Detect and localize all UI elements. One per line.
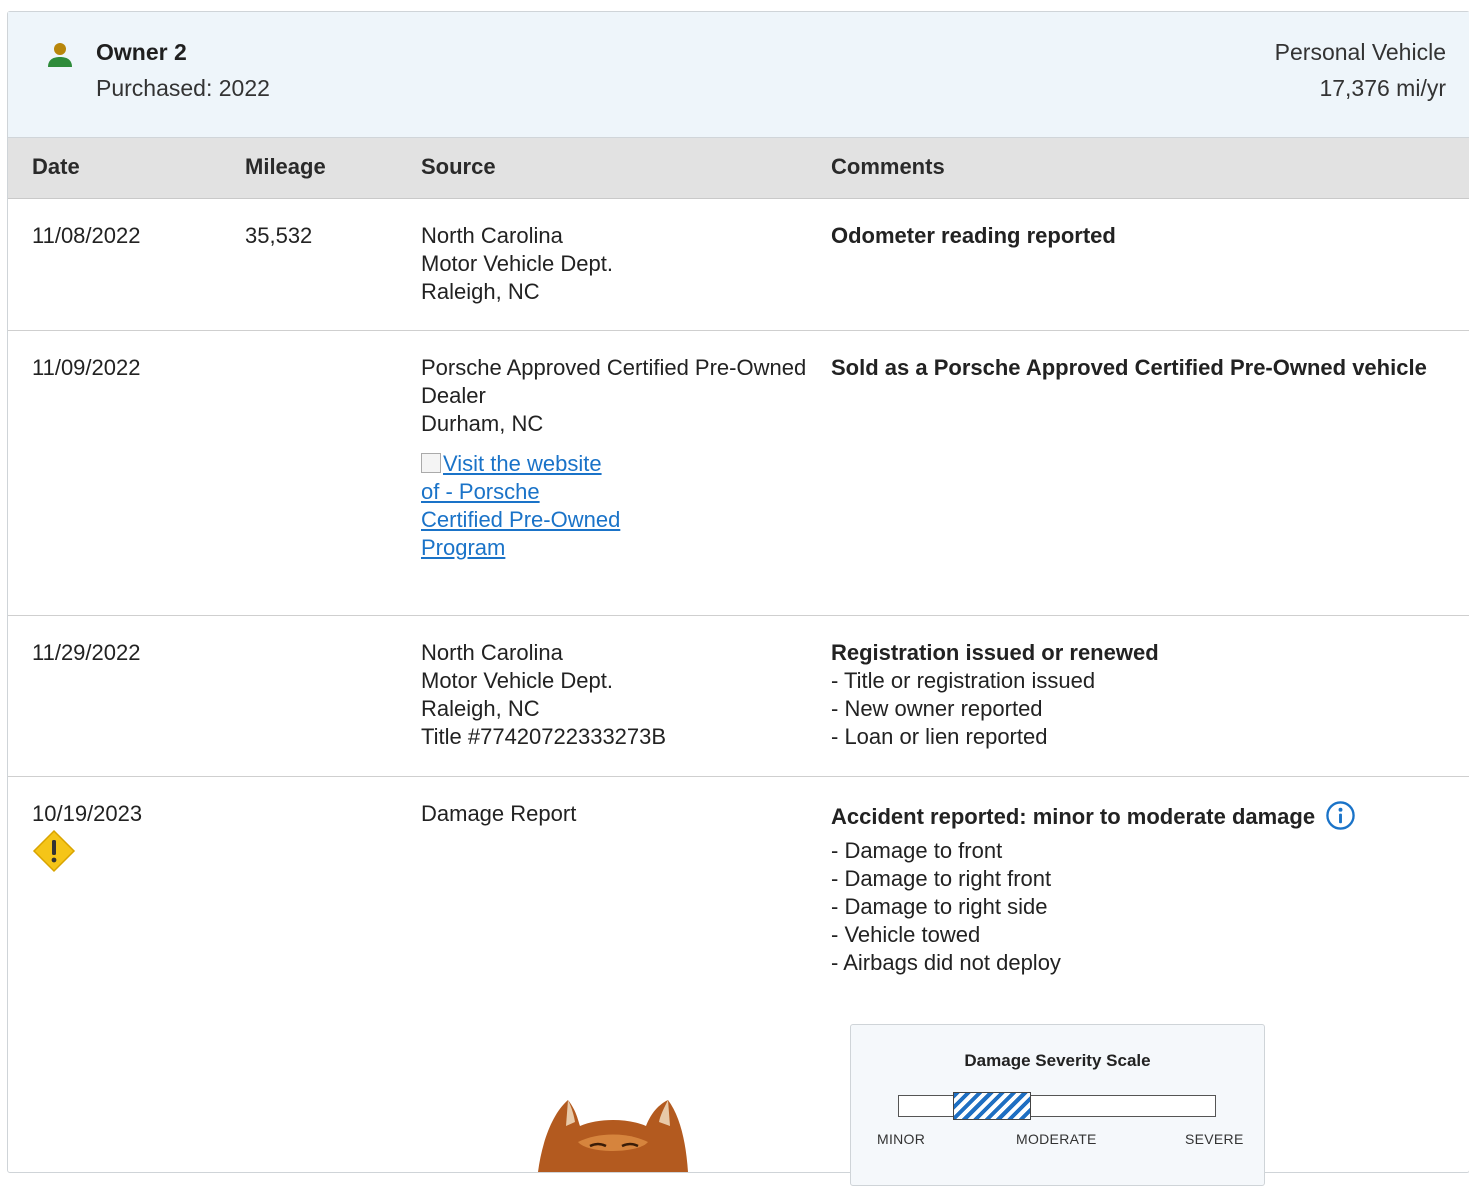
record-date: 11/29/2022 [32,640,141,665]
record-mileage: 35,532 [245,223,313,248]
damage-severity-scale: Damage Severity Scale MINOR MODERATE SEV… [850,1024,1265,1186]
record-source: North Carolina Motor Vehicle Dept. Ralei… [421,639,666,751]
owner-purchased-year: Purchased: 2022 [96,75,270,101]
source-line: Porsche Approved Certified Pre-Owned [421,355,807,380]
owner-history-card: Owner 2 Purchased: 2022 Personal Vehicle… [7,11,1469,1186]
source-line: Damage Report [421,801,577,826]
source-line: Motor Vehicle Dept. [421,668,613,693]
source-line: North Carolina [421,640,563,665]
severity-label-severe: SEVERE [1185,1131,1244,1147]
severity-label-minor: MINOR [877,1131,926,1147]
comment-bullet: - Damage to right front [831,866,1052,891]
column-header-comments: Comments [831,154,945,179]
record-comment-title: Sold as a Porsche Approved Certified Pre… [831,355,1427,380]
source-line: North Carolina [421,223,563,248]
warning-icon [32,829,76,873]
source-line: Motor Vehicle Dept. [421,251,613,276]
severity-label-moderate: MODERATE [1016,1131,1097,1147]
severity-scale-title: Damage Severity Scale [964,1051,1151,1070]
source-line: Durham, NC [421,411,544,436]
broken-image-icon [421,453,441,473]
source-line: Title #77420722333273B [421,724,667,749]
owner-header: Owner 2 Purchased: 2022 Personal Vehicle… [8,12,1469,138]
table-row: 11/29/2022 North Carolina Motor Vehicle … [8,616,1469,777]
person-icon [48,43,72,67]
dealer-website-link-text: Visit the website of - Porsche Certified… [421,451,621,560]
vehicle-use-type: Personal Vehicle [1274,39,1446,65]
comment-bullet: - Airbags did not deploy [831,950,1061,975]
record-comment-title: Odometer reading reported [831,223,1116,248]
record-source: North Carolina Motor Vehicle Dept. Ralei… [421,222,613,306]
source-line: Dealer [421,383,486,408]
comment-bullet: - Damage to front [831,838,1003,863]
comment-bullet: - Damage to right side [831,894,1048,919]
record-date: 11/09/2022 [32,355,141,380]
source-line: Raleigh, NC [421,279,540,304]
miles-per-year: 17,376 mi/yr [1319,75,1446,101]
comment-bullet: - New owner reported [831,696,1043,721]
record-source: Damage Report [421,800,576,828]
comment-bullet: - Loan or lien reported [831,724,1048,749]
table-row: 11/08/2022 35,532 North Carolina Motor V… [8,199,1469,331]
severity-scale-bar [898,1092,1216,1120]
record-comment-title: Registration issued or renewed [831,640,1159,665]
column-header-date: Date [32,154,80,179]
column-header-source: Source [421,154,496,179]
table-row: 11/09/2022 Porsche Approved Certified Pr… [8,331,1469,616]
dealer-website-link[interactable]: Visit the website of - Porsche Certified… [421,450,621,562]
comment-bullet: - Title or registration issued [831,668,1096,693]
comment-bullet: - Vehicle towed [831,922,981,947]
source-line: Raleigh, NC [421,696,540,721]
record-source: Porsche Approved Certified Pre-Owned Dea… [421,354,806,562]
record-comments: Registration issued or renewed - Title o… [831,639,1159,751]
record-comment-heading: Accident reported: minor to moderate dam… [831,800,1356,831]
fox-mascot-image [538,1100,688,1172]
info-icon[interactable] [1325,800,1356,831]
owner-title: Owner 2 [96,39,187,65]
table-header: Date Mileage Source Comments [8,138,1469,199]
record-comments: Accident reported: minor to moderate dam… [831,800,1356,977]
record-comment-title: Accident reported: minor to moderate dam… [831,804,1316,829]
record-date: 10/19/2023 [32,801,143,826]
severity-level-fill [952,1092,1031,1120]
record-date: 11/08/2022 [32,223,141,248]
column-header-mileage: Mileage [245,154,326,179]
